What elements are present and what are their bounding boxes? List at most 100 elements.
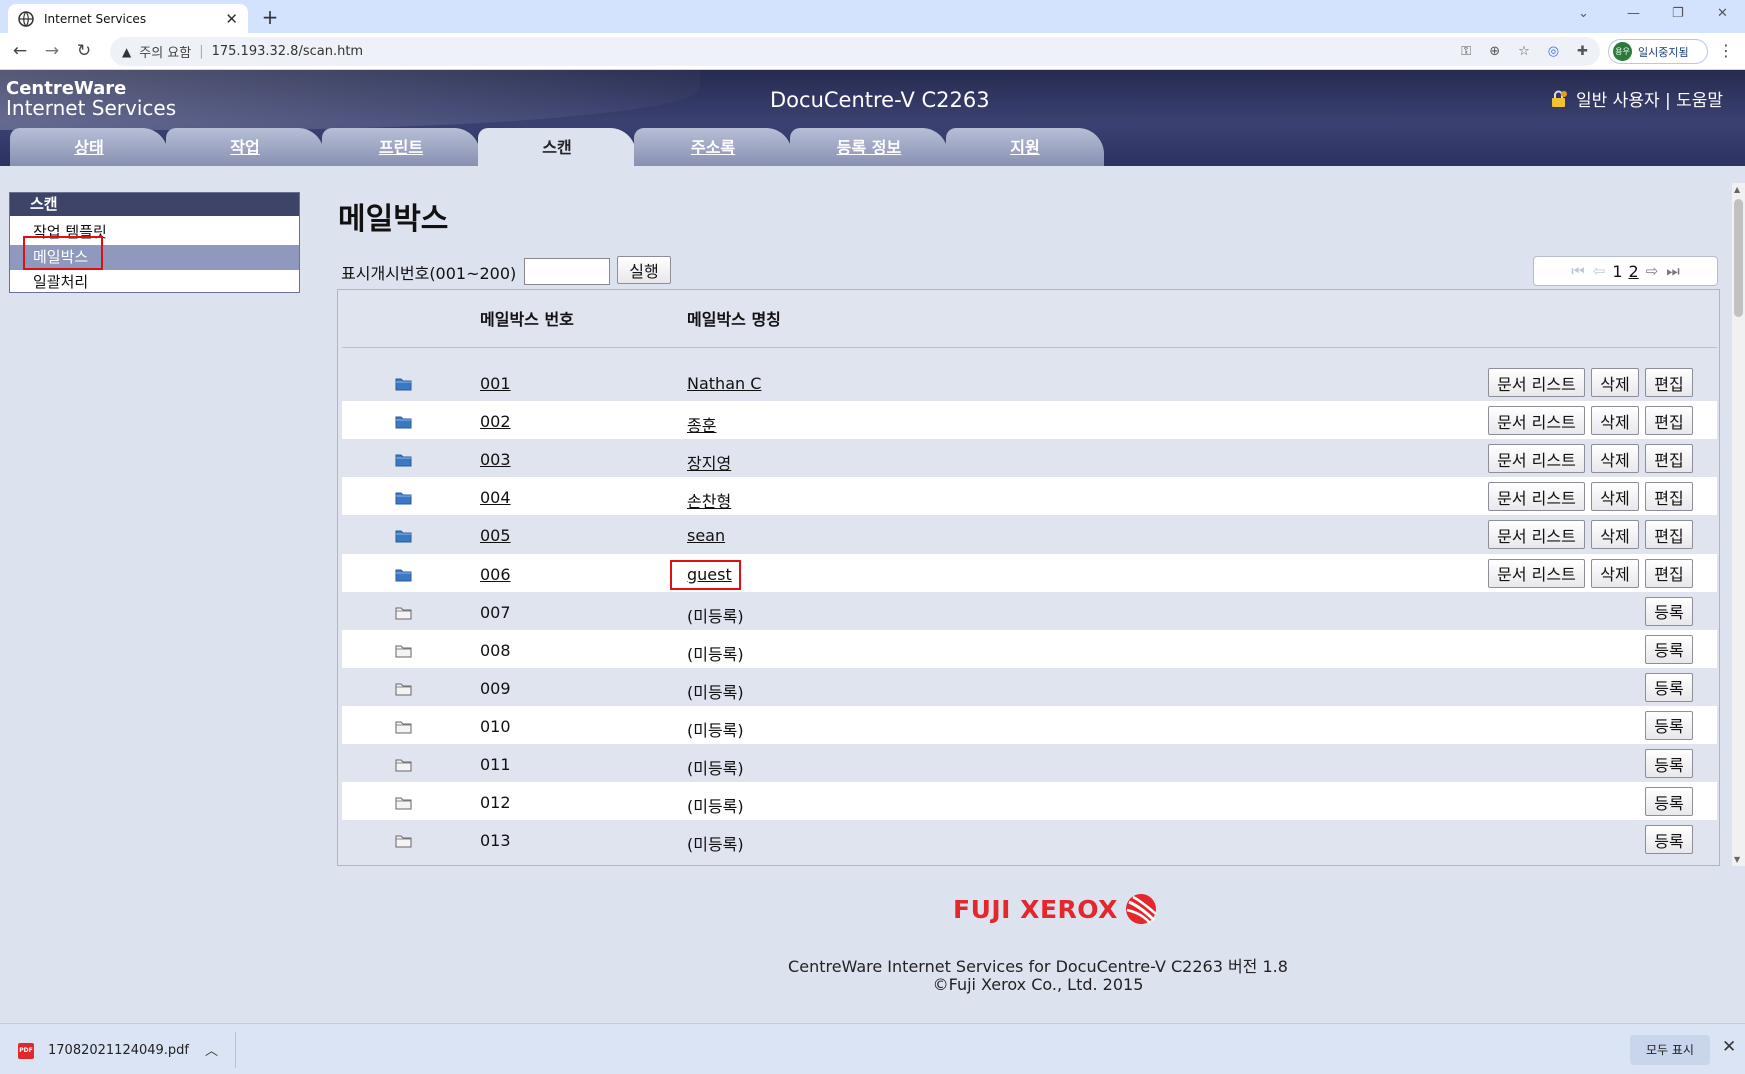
document-list-button[interactable]: 문서 리스트 [1488,368,1585,397]
mailbox-number[interactable]: 001 [480,374,511,393]
start-number-input[interactable] [524,258,610,285]
mailbox-number[interactable]: 004 [480,488,511,507]
more-menu-icon[interactable]: ⋮ [1718,41,1734,60]
scroll-down-icon[interactable]: ▼ [1734,855,1740,864]
register-button[interactable]: 등록 [1645,634,1693,664]
document-list-button[interactable]: 문서 리스트 [1488,406,1585,436]
document-list-button[interactable]: 문서 리스트 [1488,520,1585,550]
document-list-button[interactable]: 문서 리스트 [1488,558,1585,588]
edit-button[interactable]: 편집 [1645,406,1693,436]
register-button[interactable]: 등록 [1645,749,1693,778]
delete-button[interactable]: 삭제 [1591,482,1639,512]
tab-search-icon[interactable]: ⌄ [1578,6,1589,21]
edit-button[interactable]: 편집 [1645,482,1693,512]
browser-tab[interactable]: Internet Services ✕ [8,4,248,33]
star-icon[interactable]: ☆ [1518,44,1530,59]
delete-button[interactable]: 삭제 [1591,444,1639,474]
prev-page-icon[interactable]: ⇦ [1593,262,1606,280]
extension-circle-icon[interactable]: ◎ [1548,44,1559,59]
tab-properties[interactable]: 등록 정보 [790,128,948,166]
run-button[interactable]: 실행 [617,256,671,284]
register-button[interactable]: 등록 [1645,787,1693,817]
mailbox-number[interactable]: 002 [480,412,511,431]
folder-filled-icon [395,414,412,429]
puzzle-icon[interactable]: ✚ [1577,44,1588,59]
tab-print[interactable]: 프린트 [322,128,480,166]
mailbox-row: 008 (미등록) 등록 [342,629,1717,668]
edit-button[interactable]: 편집 [1645,368,1693,397]
side-item-batch[interactable]: 일괄처리 [10,270,299,295]
close-window-icon[interactable]: ✕ [1717,6,1728,21]
forward-icon[interactable]: → [40,39,64,63]
folder-filled-icon [395,376,412,391]
address-bar[interactable]: ▲ 주의 요함 | 175.193.32.8/scan.htm ⚿ ⊕ ☆ ◎ … [110,37,1600,66]
folder-filled-icon [395,490,412,505]
tab-job[interactable]: 작업 [166,128,324,166]
mailbox-name[interactable]: 장지영 [687,450,731,474]
next-page-icon[interactable]: ⇨ [1646,262,1659,280]
register-button[interactable]: 등록 [1645,596,1693,626]
delete-button[interactable]: 삭제 [1591,406,1639,436]
folder-empty-icon [395,643,412,658]
tab-scan[interactable]: 스캔 [478,128,636,167]
page-title: 메일박스 [338,202,449,237]
register-button[interactable]: 등록 [1645,710,1693,740]
folder-empty-icon [395,719,412,734]
new-tab-icon[interactable]: + [258,5,282,29]
mailbox-row: 002 종훈 문서 리스트 삭제 편집 [342,401,1717,440]
tab-status[interactable]: 상태 [10,128,168,166]
mailbox-name[interactable]: guest [687,565,732,584]
edit-button[interactable]: 편집 [1645,558,1693,588]
edit-button[interactable]: 편집 [1645,444,1693,474]
mailbox-row: 004 손찬형 문서 리스트 삭제 편집 [342,477,1717,516]
mailbox-name: (미등록) [687,644,744,664]
mailbox-name[interactable]: sean [687,526,725,545]
profile-button[interactable]: 용우 일시중지됨 [1608,39,1708,64]
scrollbar-thumb[interactable] [1734,199,1743,317]
mailbox-name: (미등록) [687,759,744,778]
register-button[interactable]: 등록 [1645,672,1693,702]
mailbox-row: 001 Nathan C 문서 리스트 삭제 편집 [342,363,1717,401]
download-file-name[interactable]: 17082021124049.pdf [48,1043,189,1058]
mailbox-number[interactable]: 006 [480,565,511,584]
delete-button[interactable]: 삭제 [1591,558,1639,588]
warning-icon[interactable]: ▲ [122,45,131,59]
mailbox-name[interactable]: Nathan C [687,374,761,393]
page-scrollbar[interactable]: ▲ ▼ [1732,183,1745,866]
minimize-icon[interactable]: — [1627,6,1640,21]
side-item-job-template[interactable]: 작업 템플릿 [10,220,299,245]
register-button[interactable]: 등록 [1645,825,1693,855]
first-page-icon[interactable]: ⏮ [1571,262,1585,280]
zoom-icon[interactable]: ⊕ [1489,44,1500,59]
mailbox-number[interactable]: 003 [480,450,511,469]
last-page-icon[interactable]: ⏭ [1666,262,1680,280]
edit-button[interactable]: 편집 [1645,520,1693,550]
delete-button[interactable]: 삭제 [1591,520,1639,550]
mailbox-name[interactable]: 손찬형 [687,488,731,512]
tab-support[interactable]: 지원 [946,128,1104,166]
document-list-button[interactable]: 문서 리스트 [1488,482,1585,512]
reload-icon[interactable]: ↻ [72,39,96,63]
folder-empty-icon [395,833,412,848]
key-icon[interactable]: ⚿ [1461,44,1471,59]
side-item-mailbox[interactable]: 메일박스 [10,245,299,270]
folder-empty-icon [395,757,412,772]
chevron-up-icon[interactable]: ︿ [205,1040,218,1059]
page-number-2[interactable]: 2 [1629,262,1639,281]
scroll-up-icon[interactable]: ▲ [1734,185,1740,194]
delete-button[interactable]: 삭제 [1591,368,1639,397]
close-tab-icon[interactable]: ✕ [225,10,238,28]
document-list-button[interactable]: 문서 리스트 [1488,444,1585,474]
show-all-button[interactable]: 모두 표시 [1630,1035,1710,1065]
mailbox-row: 005 sean 문서 리스트 삭제 편집 [342,515,1717,554]
mailbox-name[interactable]: 종훈 [687,412,716,436]
restore-icon[interactable]: ❐ [1672,6,1684,21]
back-icon[interactable]: ← [8,39,32,63]
address-separator: | [199,44,204,59]
download-bar: PDF 17082021124049.pdf ︿ 모두 표시 ✕ [0,1023,1745,1074]
address-url[interactable]: 175.193.32.8/scan.htm [212,44,1444,59]
mailbox-number[interactable]: 005 [480,526,511,545]
close-download-bar-icon[interactable]: ✕ [1722,1037,1736,1057]
tab-address-book[interactable]: 주소록 [634,128,792,166]
user-help-links[interactable]: 일반 사용자 | 도움말 [1576,86,1723,111]
